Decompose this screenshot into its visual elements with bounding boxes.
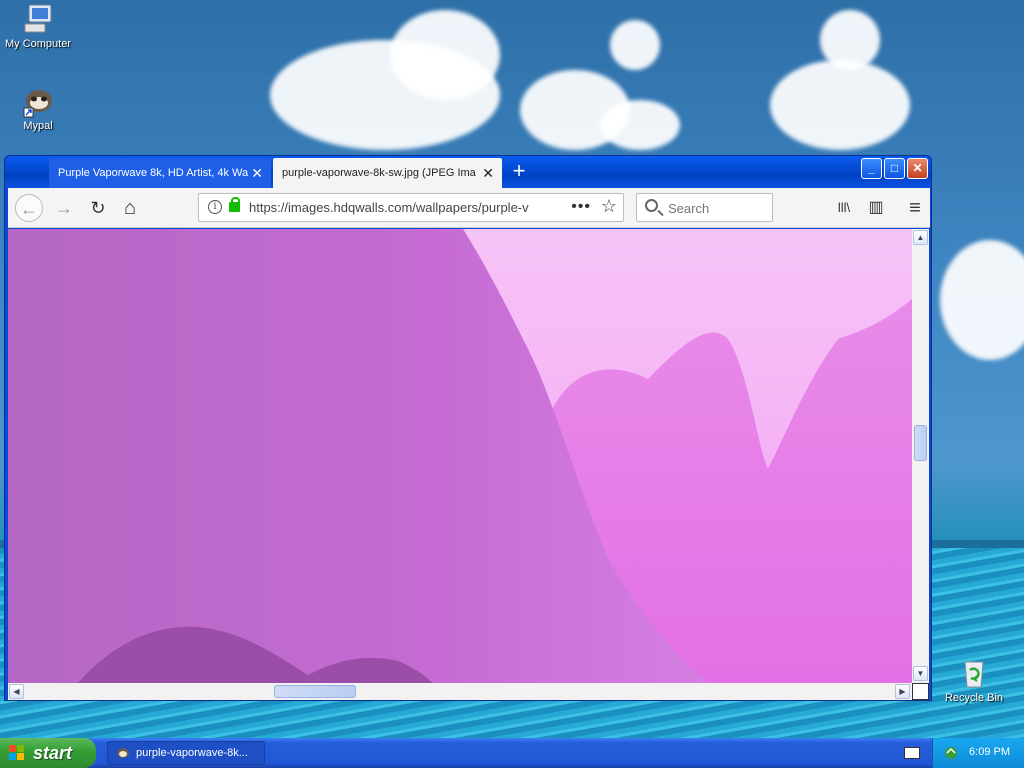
horizontal-scroll-thumb[interactable] (274, 685, 356, 698)
new-tab-button[interactable]: + (505, 158, 533, 186)
tab-title: purple-vaporwave-8k-sw.jpg (JPEG Ima (282, 167, 476, 179)
desktop-cloud (600, 100, 680, 150)
search-icon (645, 199, 658, 212)
page-actions-icon[interactable]: ••• (571, 198, 591, 216)
desktop-cloud (610, 20, 660, 70)
horizontal-scrollbar[interactable]: ◀ ▶ (8, 683, 912, 700)
window-titlebar[interactable]: Purple Vaporwave 8k, HD Artist, 4k Wa ✕ … (5, 156, 931, 188)
vertical-scroll-thumb[interactable] (914, 425, 927, 461)
taskbar-item-label: purple-vaporwave-8k... (136, 747, 248, 759)
search-input[interactable]: Search (636, 193, 773, 222)
url-bar[interactable]: i https://images.hdqwalls.com/wallpapers… (198, 193, 624, 222)
scroll-left-button[interactable]: ◀ (9, 684, 24, 699)
library-icon[interactable]: lll\ (830, 194, 858, 222)
tab-jpeg-image[interactable]: purple-vaporwave-8k-sw.jpg (JPEG Ima ✕ (273, 158, 502, 188)
desktop-icon-recycle-bin[interactable]: Recycle Bin (936, 656, 1012, 704)
vertical-scrollbar[interactable]: ▲ ▼ (912, 229, 929, 683)
system-tray: 6:09 PM (932, 738, 1024, 768)
start-button[interactable]: start (0, 738, 96, 768)
minimize-button[interactable]: _ (861, 158, 882, 179)
desktop-icon-my-computer[interactable]: My Computer (0, 2, 76, 50)
image-viewport[interactable] (8, 229, 912, 683)
desktop-icon-label: Mypal (23, 120, 53, 132)
url-text[interactable]: https://images.hdqwalls.com/wallpapers/p… (249, 200, 564, 215)
scroll-right-button[interactable]: ▶ (895, 684, 910, 699)
desktop-icon-label: Recycle Bin (944, 692, 1004, 704)
scroll-down-button[interactable]: ▼ (913, 666, 928, 681)
mypal-taskbar-icon (116, 746, 130, 760)
recycle-bin-icon (957, 656, 991, 690)
desktop-cloud (940, 240, 1024, 360)
search-placeholder: Search (668, 201, 710, 216)
close-window-button[interactable]: ✕ (907, 158, 928, 179)
sidebar-icon[interactable]: ▥ (862, 194, 890, 222)
tab-close-icon[interactable]: ✕ (482, 158, 494, 188)
taskbar-item-browser[interactable]: purple-vaporwave-8k... (107, 741, 265, 765)
maximize-button[interactable]: □ (884, 158, 905, 179)
desktop-icon-label: My Computer (4, 38, 72, 50)
desktop-cloud (820, 10, 880, 70)
desktop-cloud (770, 60, 910, 150)
clock[interactable]: 6:09 PM (969, 746, 1010, 758)
tab-purple-vaporwave-page[interactable]: Purple Vaporwave 8k, HD Artist, 4k Wa ✕ (49, 158, 271, 188)
reload-button[interactable]: ↻ (84, 194, 112, 222)
navigation-toolbar: ← → ↻ ⌂ i https://images.hdqwalls.com/wa… (8, 188, 930, 228)
info-icon[interactable]: i (208, 200, 222, 214)
windows-flag-icon (9, 745, 26, 761)
vaporwave-image (8, 229, 912, 683)
home-button[interactable]: ⌂ (116, 194, 144, 222)
my-computer-icon (21, 2, 55, 36)
browser-window: Purple Vaporwave 8k, HD Artist, 4k Wa ✕ … (4, 155, 932, 701)
tab-title: Purple Vaporwave 8k, HD Artist, 4k Wa (58, 167, 249, 179)
desktop-cloud (390, 10, 500, 100)
forward-button[interactable]: → (50, 194, 78, 222)
menu-icon[interactable]: ≡ (901, 194, 929, 222)
taskbar: start purple-vaporwave-8k... 6:09 PM (0, 738, 1024, 768)
scroll-up-button[interactable]: ▲ (913, 230, 928, 245)
bookmark-star-icon[interactable]: ☆ (601, 196, 617, 217)
keyboard-layout-icon[interactable] (904, 747, 920, 759)
network-tray-icon[interactable] (943, 745, 959, 761)
back-button[interactable]: ← (15, 194, 43, 222)
mypal-browser-icon (21, 84, 55, 118)
scrollbar-corner (912, 683, 929, 700)
start-label: start (33, 743, 73, 763)
tab-close-icon[interactable]: ✕ (251, 158, 263, 188)
desktop-icon-mypal[interactable]: Mypal (0, 84, 76, 132)
lock-icon[interactable] (229, 197, 240, 212)
